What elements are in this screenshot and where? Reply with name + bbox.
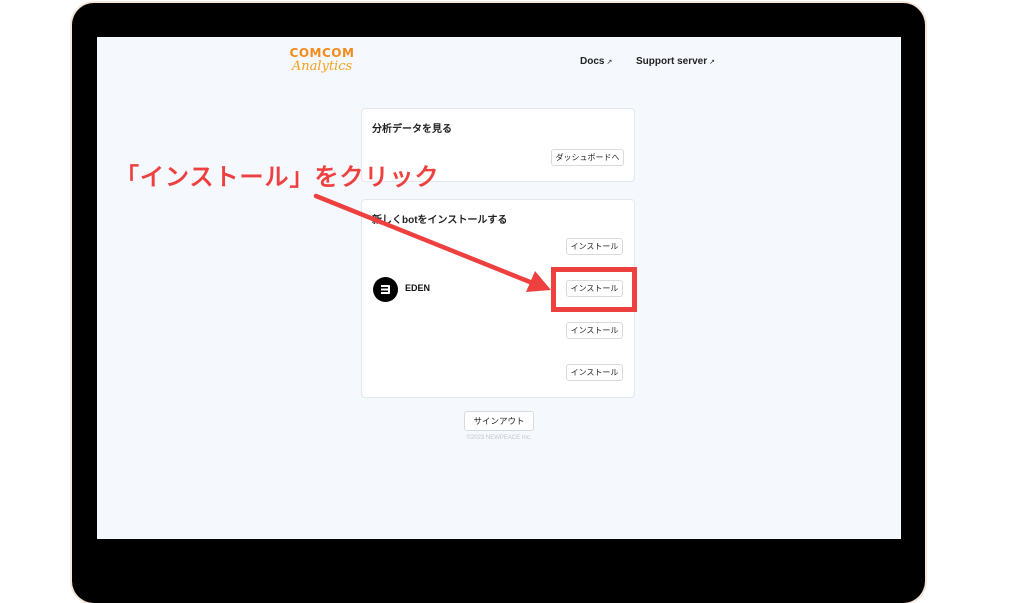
browser-screen: COMCOM Analytics Docs ↗ Support server ↗ 分…	[97, 37, 901, 539]
nav-support-label: Support server	[636, 56, 708, 67]
comcom-analytics-logo[interactable]: COMCOM Analytics	[277, 47, 367, 75]
analytics-card-title: 分析データを見る	[372, 124, 452, 135]
install-card-title: 新しくbotをインストールする	[372, 215, 508, 226]
external-link-icon: ↗	[606, 59, 613, 66]
eden-bot-avatar	[373, 277, 398, 302]
install-button-3[interactable]: インストール	[566, 322, 623, 339]
install-highlight-box	[551, 267, 637, 312]
dashboard-button[interactable]: ダッシュボードへ	[551, 149, 624, 166]
sign-out-button[interactable]: サインアウト	[464, 411, 534, 431]
nav-docs-label: Docs	[580, 56, 605, 67]
nav-docs-link[interactable]: Docs ↗	[580, 56, 612, 67]
nav-support-server-link[interactable]: Support server ↗	[636, 56, 715, 67]
logo-line2: Analytics	[291, 59, 353, 74]
eden-logo-icon	[381, 285, 390, 294]
install-button-1[interactable]: インストール	[566, 238, 623, 255]
install-button-4[interactable]: インストール	[566, 364, 623, 381]
annotation-text: 「インストール」をクリック	[115, 163, 440, 191]
eden-bot-name: EDEN	[405, 283, 431, 293]
external-link-icon: ↗	[709, 59, 716, 66]
footer-copyright: ©2023 NEWPEACE Inc.	[466, 435, 532, 441]
